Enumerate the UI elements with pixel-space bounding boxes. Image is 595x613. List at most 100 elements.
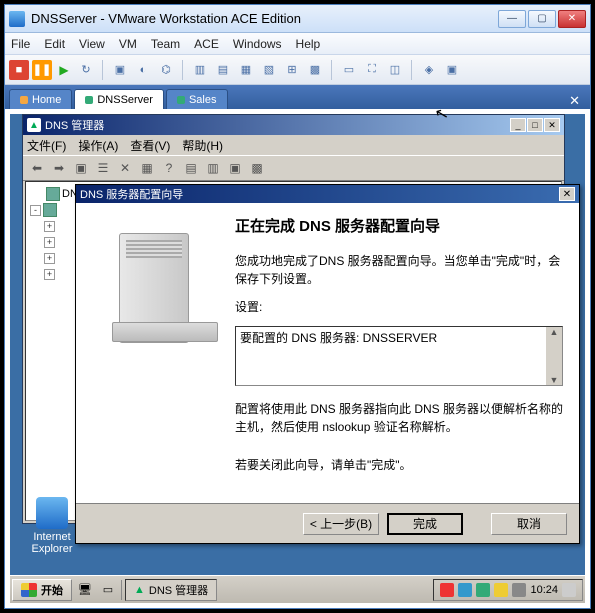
tool-icon[interactable]: ▧ [259,60,279,80]
scrollbar[interactable]: ▲▼ [546,327,562,385]
back-button[interactable]: < 上一步(B) [303,513,379,535]
tool-icon[interactable]: ▣ [442,60,462,80]
tool-icon[interactable]: ▩ [247,158,267,178]
wizard-titlebar[interactable]: DNS 服务器配置向导 ✕ [76,185,579,203]
tab-sales[interactable]: Sales [166,89,228,109]
wizard-close-button[interactable]: ✕ [559,187,575,201]
mmc-menu-help[interactable]: 帮助(H) [182,137,223,154]
wizard-title-text: DNS 服务器配置向导 [80,186,559,202]
tool-icon[interactable]: ▥ [190,60,210,80]
vmware-titlebar[interactable]: DNSServer - VMware Workstation ACE Editi… [5,5,590,33]
tab-label: Sales [189,94,217,106]
menu-windows[interactable]: Windows [233,37,282,51]
settings-label: 设置: [235,298,563,316]
mmc-minimize-button[interactable]: _ [510,118,526,132]
back-icon[interactable]: ⬅ [27,158,47,178]
props-icon[interactable]: ☰ [93,158,113,178]
wizard-heading: 正在完成 DNS 服务器配置向导 [235,215,563,236]
finish-button[interactable]: 完成 [387,513,463,535]
tool-icon[interactable]: ▣ [225,158,245,178]
settings-listbox[interactable]: 要配置的 DNS 服务器: DNSSERVER ▲▼ [235,326,563,386]
expand-icon[interactable]: + [44,237,55,248]
mmc-menu-file[interactable]: 文件(F) [27,137,66,154]
mmc-maximize-button[interactable]: □ [527,118,543,132]
desktop-icon-ie[interactable]: Internet Explorer [22,497,82,555]
expand-icon[interactable]: + [44,221,55,232]
taskbar-button-dns[interactable]: ▲DNS 管理器 [125,579,217,601]
tab-label: DNSServer [97,94,153,106]
wizard-para2: 配置将使用此 DNS 服务器指向此 DNS 服务器以便解析名称的主机，然后使用 … [235,400,563,436]
poweron-icon[interactable]: ▶ [55,60,73,80]
poweroff-icon[interactable]: ■ [9,60,29,80]
quicklaunch-icon[interactable]: ▭ [98,580,118,600]
wizard-body: 正在完成 DNS 服务器配置向导 您成功地完成了DNS 服务器配置向导。当您单击… [76,203,579,503]
tab-dnsserver[interactable]: DNSServer [74,89,164,109]
tab-label: Home [32,94,61,106]
manage-snapshot-icon[interactable]: ⌬ [156,60,176,80]
cancel-button[interactable]: 取消 [491,513,567,535]
mmc-menu-action[interactable]: 操作(A) [78,137,118,154]
quicklaunch-desktop-icon[interactable]: 🖥 [75,580,95,600]
tool-icon[interactable]: ▦ [236,60,256,80]
unity-icon[interactable]: ◫ [385,60,405,80]
vm-icon [177,96,185,104]
menu-view[interactable]: View [79,37,105,51]
tool-icon[interactable]: ◈ [419,60,439,80]
tab-home[interactable]: Home [9,89,72,109]
refresh-icon[interactable]: ▦ [137,158,157,178]
wizard-content: 正在完成 DNS 服务器配置向导 您成功地完成了DNS 服务器配置向导。当您单击… [231,203,579,503]
menu-help[interactable]: Help [296,37,321,51]
tray-icon[interactable] [440,583,454,597]
tool-icon[interactable]: ▩ [305,60,325,80]
tray-icon[interactable] [512,583,526,597]
start-label: 开始 [41,582,63,598]
vmware-window: DNSServer - VMware Workstation ACE Editi… [4,4,591,609]
window-title: DNSServer - VMware Workstation ACE Editi… [31,11,498,26]
help-icon[interactable]: ? [159,158,179,178]
tool-icon[interactable]: ▤ [213,60,233,80]
tool-icon[interactable]: ▥ [203,158,223,178]
system-tray[interactable]: 10:24 [433,579,583,601]
tool-icon[interactable]: ⊞ [282,60,302,80]
desktop-icon-label: Internet Explorer [22,531,82,555]
collapse-icon[interactable]: - [30,205,41,216]
minimize-button[interactable]: — [498,10,526,28]
wizard-para1: 您成功地完成了DNS 服务器配置向导。当您单击"完成"时，会保存下列设置。 [235,252,563,288]
tray-icon[interactable] [494,583,508,597]
mmc-title-text: DNS 管理器 [45,117,506,133]
menu-file[interactable]: File [11,37,30,51]
menu-edit[interactable]: Edit [44,37,65,51]
reset-icon[interactable]: ↻ [76,60,96,80]
wizard-para3: 若要关闭此向导，请单击"完成"。 [235,456,563,474]
expand-icon[interactable]: + [44,269,55,280]
mmc-titlebar[interactable]: ▲ DNS 管理器 _ □ ✕ [23,115,564,135]
suspend-icon[interactable]: ❚❚ [32,60,52,80]
vmware-tabs: Home DNSServer Sales ✕ [5,85,590,109]
menu-team[interactable]: Team [151,37,180,51]
mmc-menu-view[interactable]: 查看(V) [130,137,170,154]
view-icon[interactable]: ▭ [339,60,359,80]
revert-icon[interactable]: ◐ [133,60,153,80]
dns-config-wizard-dialog: DNS 服务器配置向导 ✕ 正在完成 DNS 服务器配置向导 您成功地完成了DN… [75,184,580,544]
tool-icon[interactable]: ▤ [181,158,201,178]
vmware-toolbar: ■ ❚❚ ▶ ↻ ▣ ◐ ⌬ ▥ ▤ ▦ ▧ ⊞ ▩ ▭ ⛶ ◫ ◈ ▣ [5,55,590,85]
menu-ace[interactable]: ACE [194,37,219,51]
tray-icon[interactable] [562,583,576,597]
vm-icon [85,96,93,104]
menu-vm[interactable]: VM [119,37,137,51]
delete-icon[interactable]: ✕ [115,158,135,178]
start-button[interactable]: 开始 [12,579,72,601]
maximize-button[interactable]: ▢ [528,10,556,28]
expand-icon[interactable]: + [44,253,55,264]
vmware-menubar: File Edit View VM Team ACE Windows Help [5,33,590,55]
forward-icon[interactable]: ➡ [49,158,69,178]
snapshot-icon[interactable]: ▣ [110,60,130,80]
tray-icon[interactable] [458,583,472,597]
fullscreen-icon[interactable]: ⛶ [362,60,382,80]
tray-icon[interactable] [476,583,490,597]
close-button[interactable]: ✕ [558,10,586,28]
tabs-close-icon[interactable]: ✕ [563,93,586,109]
mmc-close-button[interactable]: ✕ [544,118,560,132]
guest-desktop: ▲ DNS 管理器 _ □ ✕ 文件(F) 操作(A) 查看(V) 帮助(H) … [10,114,585,603]
up-icon[interactable]: ▣ [71,158,91,178]
